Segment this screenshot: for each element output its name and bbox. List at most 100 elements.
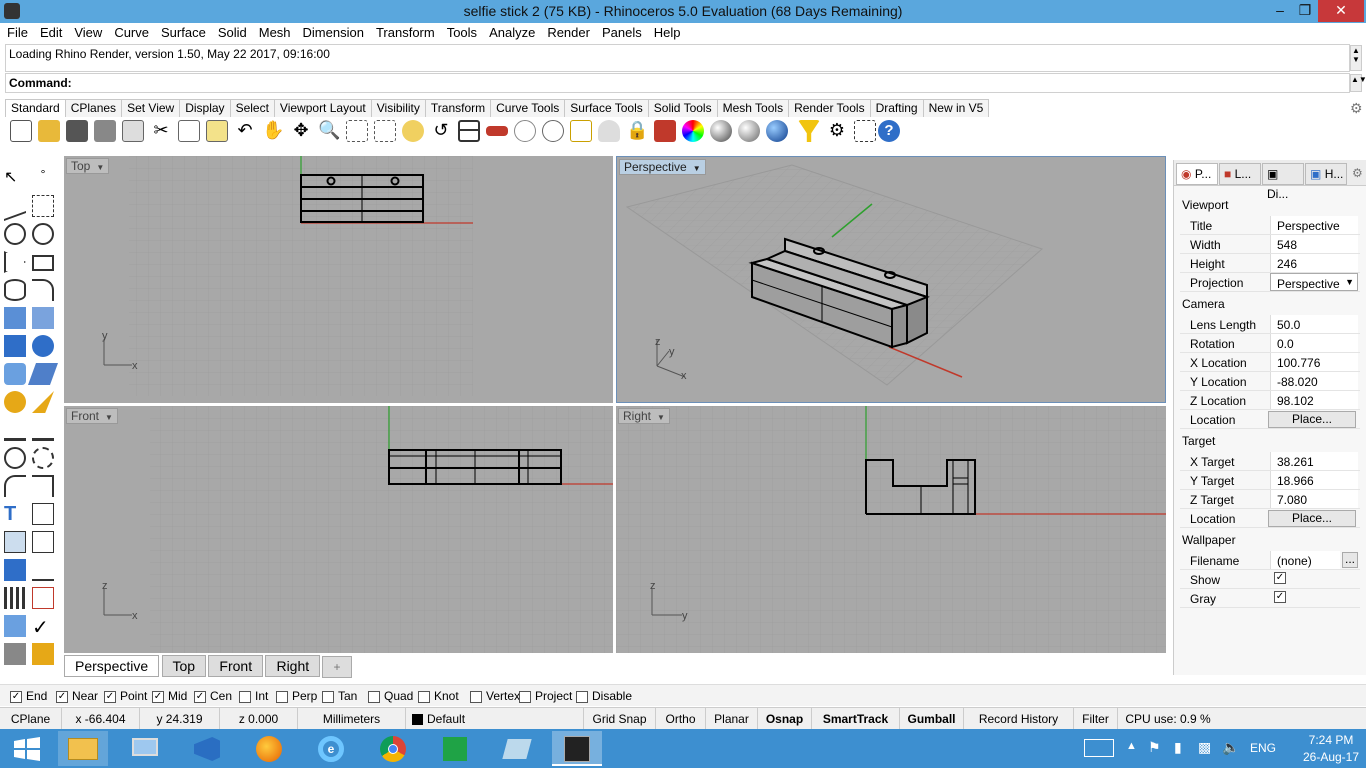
split-icon[interactable] (4, 419, 26, 441)
toolbar-tab-transform[interactable]: Transform (424, 99, 492, 117)
select-icon[interactable] (854, 120, 876, 142)
prop-zloc-value[interactable]: 98.102 (1270, 391, 1358, 409)
action-center-flag-icon[interactable]: ⚑ (1148, 739, 1161, 778)
explode-icon[interactable] (4, 391, 26, 413)
status-planar[interactable]: Planar (706, 708, 758, 730)
menu-dimension[interactable]: Dimension (296, 23, 369, 40)
rendered-sphere-icon[interactable] (738, 120, 760, 142)
menu-view[interactable]: View (67, 23, 107, 40)
toolbar-tab-new-in-v5[interactable]: New in V5 (922, 99, 990, 117)
select-arrow-icon[interactable]: ↖ (4, 167, 26, 189)
prop-height-value[interactable]: 246 (1270, 254, 1358, 272)
menu-edit[interactable]: Edit (33, 23, 67, 40)
tab-front[interactable]: Front (208, 655, 264, 677)
store-icon[interactable] (430, 731, 480, 766)
status-filter[interactable]: Filter (1074, 708, 1118, 730)
prop-yt-value[interactable]: 18.966 (1270, 471, 1358, 489)
sphere-icon[interactable] (32, 335, 54, 357)
scale-icon[interactable] (32, 503, 54, 525)
rotate-view-icon[interactable]: ✥ (290, 120, 312, 142)
menu-render[interactable]: Render (540, 23, 595, 40)
network-icon[interactable]: ▩ (1198, 739, 1211, 778)
restore-button[interactable]: ❐ (1290, 0, 1320, 22)
zoom-icon[interactable]: 🔍 (318, 120, 340, 142)
toolbar-tab-curve-tools[interactable]: Curve Tools (490, 99, 566, 117)
prop-rotation-value[interactable]: 0.0 (1270, 334, 1358, 352)
toolbar-tab-select[interactable]: Select (229, 99, 275, 117)
zoom-window-icon[interactable] (346, 120, 368, 142)
menu-tools[interactable]: Tools (440, 23, 482, 40)
surface-icon[interactable] (4, 307, 26, 329)
prop-xloc-value[interactable]: 100.776 (1270, 353, 1358, 371)
computer-icon[interactable] (120, 731, 170, 766)
start-windows-icon[interactable] (2, 731, 52, 766)
render-icon[interactable] (766, 120, 788, 142)
chrome-icon[interactable] (368, 731, 418, 766)
status-smarttrack[interactable]: SmartTrack (812, 708, 900, 730)
filter-icon[interactable] (798, 120, 820, 142)
trim-icon[interactable] (32, 391, 54, 413)
osnap-cen-checkbox[interactable]: ✓ (194, 690, 206, 703)
join-icon[interactable] (32, 419, 54, 441)
polyline-icon[interactable] (4, 190, 26, 222)
viewport-top[interactable]: y x Top ▼ (64, 156, 613, 403)
status-units[interactable]: Millimeters (298, 708, 406, 730)
grid-snap-icon[interactable] (514, 120, 536, 142)
toolbar-tab-render-tools[interactable]: Render Tools (788, 99, 871, 117)
panel-gear-icon[interactable]: ⚙ (1352, 166, 1363, 180)
menu-solid[interactable]: Solid (211, 23, 252, 40)
close-button[interactable]: ✕ (1318, 0, 1364, 22)
toolbar-tab-viewport-layout[interactable]: Viewport Layout (273, 99, 372, 117)
osnap-vertex[interactable]: Vertex (470, 689, 520, 703)
new-file-icon[interactable] (10, 120, 32, 142)
circle-icon[interactable] (4, 223, 26, 245)
import-icon[interactable] (122, 120, 144, 142)
zoom-selected-icon[interactable] (402, 120, 424, 142)
viewport-right-label[interactable]: Right ▼ (618, 408, 670, 424)
osnap-disable-checkbox[interactable] (576, 690, 588, 703)
menu-file[interactable]: File (0, 23, 33, 40)
status-ortho[interactable]: Ortho (656, 708, 706, 730)
group-icon[interactable] (4, 447, 26, 469)
rhino-taskbar-icon[interactable] (552, 731, 602, 766)
viewport-perspective-label[interactable]: Perspective ▼ (619, 159, 706, 175)
prop-yloc-value[interactable]: -88.020 (1270, 372, 1358, 390)
status-cplane[interactable]: CPlane (0, 708, 62, 730)
toolbar-tab-set-view[interactable]: Set View (121, 99, 181, 117)
dimension-icon[interactable] (32, 559, 54, 581)
filename-browse-button[interactable]: ... (1342, 552, 1358, 568)
tab-display[interactable]: ▣ Di... (1262, 163, 1304, 201)
osnap-quad[interactable]: Quad (368, 689, 413, 703)
osnap-int[interactable]: Int (239, 689, 268, 703)
toolbar-tab-cplanes[interactable]: CPlanes (64, 99, 123, 117)
light-bulb-icon[interactable] (598, 120, 620, 142)
volume-icon[interactable]: 🔈 (1222, 739, 1239, 778)
prop-zt-value[interactable]: 7.080 (1270, 490, 1358, 508)
toolbar-tab-display[interactable]: Display (179, 99, 231, 117)
visual-studio-icon[interactable] (182, 731, 232, 766)
osnap-mid[interactable]: ✓ Mid (152, 689, 187, 703)
extrude-icon[interactable] (4, 615, 26, 637)
loft-icon[interactable] (32, 307, 54, 329)
point-tool-icon[interactable]: ° (32, 167, 54, 189)
camera-place-button[interactable]: Place... (1268, 411, 1356, 428)
osnap-tan[interactable]: Tan (322, 689, 357, 703)
status-grid-snap[interactable]: Grid Snap (584, 708, 656, 730)
toolbar-tab-solid-tools[interactable]: Solid Tools (647, 99, 718, 117)
osnap-point[interactable]: ✓ Point (104, 689, 147, 703)
status-gumball[interactable]: Gumball (900, 708, 964, 730)
osnap-project[interactable]: Project (519, 689, 572, 703)
osnap-int-checkbox[interactable] (239, 690, 251, 703)
viewport-front-label[interactable]: Front ▼ (66, 408, 118, 424)
status-record-history[interactable]: Record History (964, 708, 1074, 730)
osnap-disable[interactable]: Disable (576, 689, 632, 703)
viewport-right[interactable]: z y Right ▼ (616, 406, 1166, 653)
point-icon[interactable] (542, 120, 564, 142)
app-icon[interactable] (492, 731, 542, 766)
paint-bucket-icon[interactable] (32, 643, 54, 665)
internet-explorer-icon[interactable]: e (306, 731, 356, 766)
undo-icon[interactable]: ↶ (234, 120, 256, 142)
help-icon[interactable]: ? (878, 120, 900, 142)
lock-icon[interactable]: 🔒 (626, 120, 648, 142)
osnap-knot-checkbox[interactable] (418, 690, 430, 703)
